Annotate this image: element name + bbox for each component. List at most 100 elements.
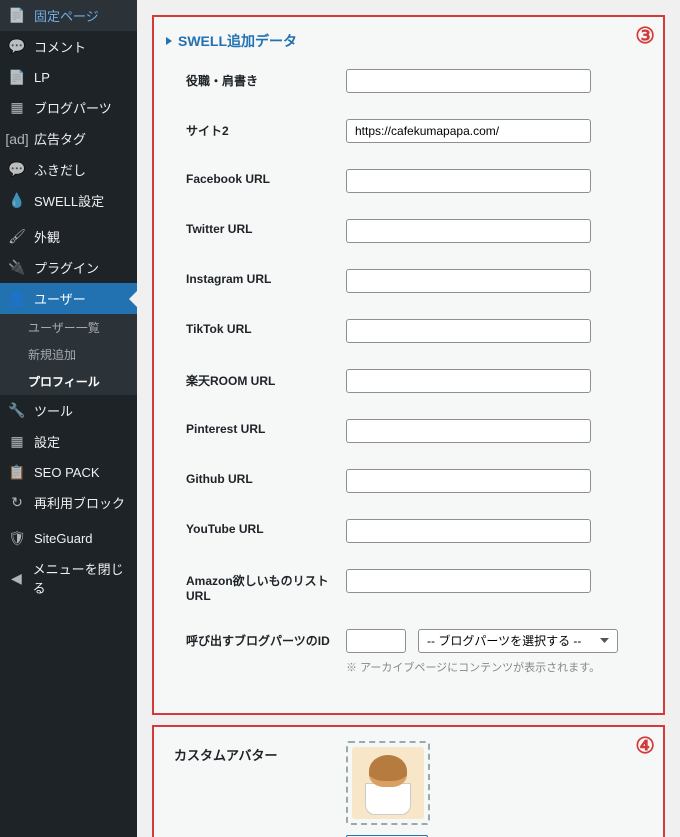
sidebar-item-label: プラグイン [34,258,99,277]
sidebar-icon: 📄 [8,7,26,25]
sidebar-sub-item[interactable]: ユーザー一覧 [0,314,137,341]
avatar-image [352,747,424,819]
section-title: SWELL追加データ [166,31,651,51]
sidebar-sub-item[interactable]: 新規追加 [0,341,137,368]
form-row: Twitter URL [166,219,651,243]
sidebar-item-label: 広告タグ [34,129,86,148]
text-input[interactable] [346,69,591,93]
blogparts-note: ※ アーカイブページにコンテンツが表示されます。 [346,659,651,675]
form-row: Github URL [166,469,651,493]
annotation-badge-4: ④ [635,733,655,759]
sidebar-item[interactable]: 💬 コメント [0,31,137,62]
field-label: Pinterest URL [186,419,346,436]
sidebar-item[interactable]: ↻ 再利用ブロック [0,487,137,518]
blogparts-row: 呼び出すブログパーツのID -- ブログパーツを選択する -- ※ アーカイブペ… [166,629,651,675]
sidebar-item-label: 設定 [34,432,60,451]
user-icon: 👤 [8,290,26,308]
text-input[interactable] [346,569,591,593]
sidebar-icon: 💬 [8,38,26,56]
avatar-preview[interactable] [346,741,430,825]
text-input[interactable] [346,269,591,293]
sidebar-item[interactable]: 💧 SWELL設定 [0,185,137,216]
text-input[interactable] [346,419,591,443]
sidebar-item[interactable]: 📄 LP [0,62,137,92]
swell-data-section: ③ SWELL追加データ 役職・肩書きサイト2 Facebook URL Twitt… [152,15,665,715]
sidebar-item[interactable]: 🔧 ツール [0,395,137,426]
form-row: Facebook URL [166,169,651,193]
sidebar-item-users[interactable]: 👤 ユーザー [0,283,137,314]
sidebar-icon: 🔧 [8,402,26,420]
sidebar-item[interactable]: 🖌 外観 [0,221,137,252]
field-label: 楽天ROOM URL [186,369,346,389]
sidebar-item-label: ブログパーツ [34,98,112,117]
form-row: Instagram URL [166,269,651,293]
avatar-label: カスタムアバター [174,741,346,764]
text-input[interactable] [346,169,591,193]
sidebar-item[interactable]: ▦ 設定 [0,426,137,457]
admin-sidebar: 📄 固定ページ 💬 コメント 📄 LP ▦ ブログパーツ [ad] 広告タグ 💬 ふきだし 💧 SWELL… [0,0,137,837]
sidebar-item[interactable]: 💬 ふきだし [0,154,137,185]
text-input[interactable] [346,319,591,343]
sidebar-icon: 📄 [8,68,26,86]
sidebar-item[interactable]: 📋 SEO PACK [0,457,137,487]
field-label: Twitter URL [186,219,346,236]
field-label: Instagram URL [186,269,346,286]
sidebar-icon: ▦ [8,433,26,451]
custom-avatar-section: ④ カスタムアバター 画像を選択 画像を削除 [152,725,665,837]
form-row: TikTok URL [166,319,651,343]
sidebar-icon: 🖌 [8,228,26,246]
annotation-badge-3: ③ [635,23,655,49]
sidebar-icon: 💬 [8,161,26,179]
sidebar-sub-item[interactable]: プロフィール [0,368,137,395]
sidebar-icon: 📋 [8,463,26,481]
sidebar-item-label: SWELL設定 [34,191,104,210]
sidebar-item-label: 外観 [34,227,60,246]
sidebar-icon: 💧 [8,192,26,210]
sidebar-item-label: 再利用ブロック [34,493,125,512]
form-row: サイト2 [166,119,651,143]
form-row: 楽天ROOM URL [166,369,651,393]
sidebar-icon: 🛡 [8,529,26,547]
sidebar-item-label: コメント [34,37,86,56]
sidebar-item-label: ツール [34,401,73,420]
sidebar-item[interactable]: ◀ メニューを閉じる [0,553,137,603]
sidebar-item[interactable]: 📄 固定ページ [0,0,137,31]
sidebar-icon: [ad] [8,130,26,148]
text-input[interactable] [346,519,591,543]
text-input[interactable] [346,119,591,143]
sidebar-icon: ◀ [8,569,25,587]
form-row: Pinterest URL [166,419,651,443]
blogparts-id-input[interactable] [346,629,406,653]
sidebar-item-label: メニューを閉じる [33,559,129,597]
sidebar-submenu-users: ユーザー一覧新規追加プロフィール [0,314,137,395]
sidebar-icon: ↻ [8,494,26,512]
sidebar-icon: 🔌 [8,259,26,277]
form-row: YouTube URL [166,519,651,543]
field-label: Amazon欲しいものリストURL [186,569,346,603]
blogparts-select[interactable]: -- ブログパーツを選択する -- [418,629,618,653]
sidebar-item-label: LP [34,70,50,85]
sidebar-item[interactable]: 🛡 SiteGuard [0,523,137,553]
field-label: YouTube URL [186,519,346,536]
sidebar-item[interactable]: [ad] 広告タグ [0,123,137,154]
field-label: Github URL [186,469,346,486]
sidebar-item[interactable]: ▦ ブログパーツ [0,92,137,123]
field-label: Facebook URL [186,169,346,186]
text-input[interactable] [346,219,591,243]
form-row: 役職・肩書き [166,69,651,93]
blogparts-label: 呼び出すブログパーツのID [186,629,346,649]
field-label: サイト2 [186,119,346,139]
sidebar-item-label: SiteGuard [34,531,93,546]
text-input[interactable] [346,369,591,393]
sidebar-item-label: ふきだし [34,160,86,179]
sidebar-item-label: ユーザー [34,289,86,308]
sidebar-icon: ▦ [8,99,26,117]
field-label: 役職・肩書き [186,69,346,89]
sidebar-item-label: 固定ページ [34,6,99,25]
main-content: ③ SWELL追加データ 役職・肩書きサイト2 Facebook URL Twitt… [137,0,680,837]
text-input[interactable] [346,469,591,493]
field-label: TikTok URL [186,319,346,336]
sidebar-item-label: SEO PACK [34,465,100,480]
sidebar-item[interactable]: 🔌 プラグイン [0,252,137,283]
form-row: Amazon欲しいものリストURL [166,569,651,603]
